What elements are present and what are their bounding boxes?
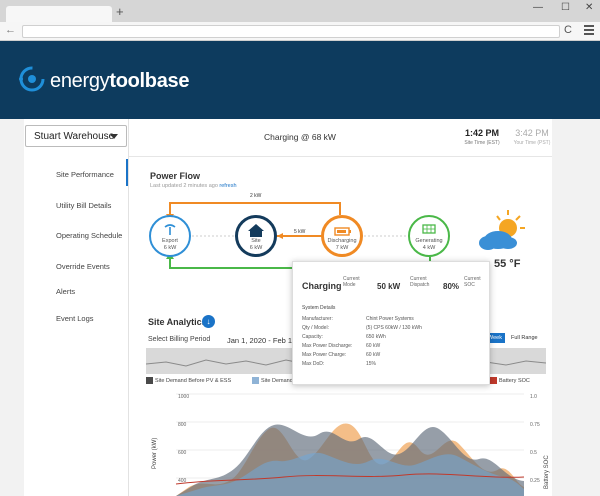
browser-window: + — ☐ ✕ ← C energytoolbase Stuart Wareho…: [0, 0, 600, 496]
popup-row: Manufacturer: Chint Power Systems: [302, 316, 414, 322]
popup-row-value: 60 kW: [366, 352, 381, 358]
popup-soc: 80%: [443, 282, 460, 291]
back-arrow-icon[interactable]: ←: [5, 24, 16, 36]
popup-soc-label: Current SOC: [464, 276, 481, 288]
popup-mode: Charging: [302, 281, 342, 291]
legend-label: Site Demand Before PV & ESS: [155, 377, 232, 384]
popup-row-value: 60 kW: [366, 343, 381, 349]
y-right-tick: 0.25: [530, 478, 540, 484]
popup-row: Max DoD: 15%: [302, 361, 376, 367]
y-left-tick: 800: [178, 422, 187, 428]
popup-row-key: Max Power Charge:: [302, 352, 347, 358]
legend-item[interactable]: Site Demand A: [252, 377, 298, 384]
node-generating-value: 4 kW: [422, 245, 436, 251]
reload-icon[interactable]: C: [564, 24, 572, 36]
partly-sunny-icon: [479, 210, 525, 250]
legend-item[interactable]: Site Demand Before PV & ESS: [146, 377, 231, 384]
browser-tab[interactable]: [6, 6, 112, 22]
popup-row-key: Qty / Model:: [302, 325, 329, 331]
popup-row-key: Max DoD:: [302, 361, 325, 367]
popup-row-key: Max Power Discharge:: [302, 343, 353, 349]
y-right-tick: 1.0: [530, 394, 537, 400]
tab-bar: + — ☐ ✕: [0, 0, 600, 22]
popup-mode-label: Current Mode: [343, 276, 360, 288]
node-discharging-value: 7 kW: [335, 245, 349, 251]
range-full-button[interactable]: Full Range: [508, 333, 541, 343]
flow-top-value: 2 kW: [250, 193, 262, 199]
popup-row: Max Power Discharge: 60 kW: [302, 343, 380, 349]
y-left-tick: 600: [178, 450, 187, 456]
popup-row-value: 15%: [366, 361, 377, 367]
popup-dispatch: 50 kW: [377, 282, 401, 291]
maximize-icon[interactable]: ☐: [561, 2, 570, 13]
node-export-label: Export: [162, 238, 178, 244]
popup-row-value: (5) CPS 60kW / 130 kWh: [366, 325, 422, 331]
node-export-value: 6 kW: [163, 245, 177, 251]
battery-status-popup: Charging Current Mode 50 kW Current Disp…: [292, 261, 490, 385]
node-generating-label: Generating: [415, 238, 443, 244]
close-icon[interactable]: ✕: [585, 2, 593, 13]
minimize-icon[interactable]: —: [533, 2, 543, 13]
url-input[interactable]: [22, 25, 560, 38]
node-site-label: Site: [251, 238, 261, 244]
popup-row: Qty / Model: (5) CPS 60kW / 130 kWh: [302, 325, 422, 331]
main-page: Stuart Warehouse Site Performance Utilit…: [24, 119, 552, 496]
menu-icon[interactable]: [584, 25, 594, 37]
popup-row-value: Chint Power Systems: [366, 316, 414, 322]
popup-row-key: Capacity:: [302, 334, 323, 340]
popup-row: Max Power Charge: 60 kW: [302, 352, 380, 358]
y-left-axis-label: Power (kW): [152, 438, 158, 469]
address-bar: ← C: [0, 22, 600, 41]
node-site-value: 6 kW: [249, 245, 263, 251]
popup-section-title: System Details: [302, 305, 336, 311]
y-right-axis-label: Battery SOC: [544, 455, 550, 489]
legend-item[interactable]: Battery SOC: [490, 377, 530, 384]
y-right-tick: 0.75: [530, 422, 540, 428]
y-left-tick: 400: [178, 478, 187, 484]
download-icon[interactable]: ↓: [202, 315, 215, 328]
node-discharging-label: Discharging: [327, 238, 357, 244]
brand-name-light: energy: [50, 70, 110, 92]
legend-label: Battery SOC: [499, 377, 530, 384]
y-left-tick: 1000: [178, 394, 189, 400]
popup-row: Capacity: 650 kWh: [302, 334, 386, 340]
temperature: 55 °F: [494, 258, 521, 270]
popup-row-key: Manufacturer:: [302, 316, 333, 322]
logo-icon: [19, 66, 45, 92]
popup-dispatch-label: Current Dispatch: [410, 276, 430, 288]
new-tab-button[interactable]: +: [116, 4, 124, 19]
brand-logo[interactable]: energytoolbase: [50, 70, 190, 93]
site-analytics-chart[interactable]: 1000 800 600 400 1.0 0.75 0.5 0.25 Power…: [144, 389, 552, 496]
brand-name-bold: toolbase: [109, 70, 190, 92]
y-right-tick: 0.5: [530, 450, 537, 456]
app-banner: energytoolbase: [0, 41, 600, 119]
flow-mid-value: 5 kW: [294, 229, 306, 235]
site-analytics-title: Site Analytics: [148, 317, 207, 327]
popup-row-value: 650 kWh: [366, 334, 386, 340]
billing-period-label: Select Billing Period: [148, 336, 211, 343]
